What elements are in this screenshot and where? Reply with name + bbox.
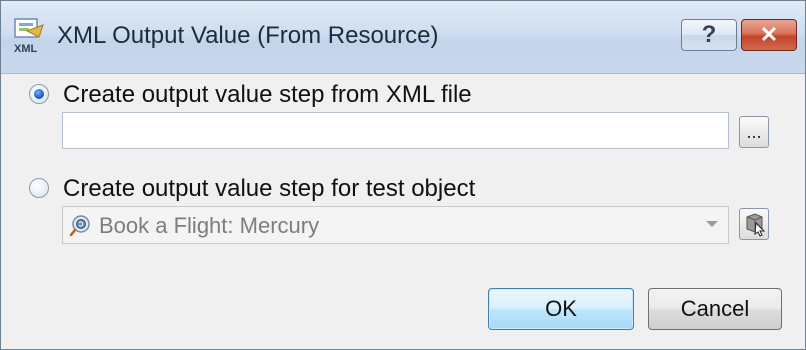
help-icon: ? — [701, 21, 717, 48]
close-icon: ✕ — [759, 22, 779, 47]
dialog-window: XML XML Output Value (From Resource) ? ✕… — [0, 0, 806, 350]
ok-button[interactable]: OK — [488, 288, 634, 330]
object-picker-icon — [746, 213, 766, 237]
close-button[interactable]: ✕ — [741, 19, 797, 51]
chevron-down-icon[interactable] — [706, 221, 718, 227]
radio-for-test-object[interactable] — [29, 178, 49, 198]
help-button[interactable]: ? — [681, 19, 737, 51]
test-object-value: Book a Flight: Mercury — [99, 213, 320, 238]
ellipsis-icon: ... — [746, 122, 762, 142]
radio-for-test-object-label[interactable]: Create output value step for test object — [63, 175, 475, 203]
radio-from-xml-file[interactable] — [29, 84, 49, 104]
xml-resource-icon: XML — [14, 18, 44, 55]
select-object-button[interactable] — [739, 208, 769, 240]
radio-from-xml-file-label[interactable]: Create output value step from XML file — [63, 81, 472, 109]
test-object-combo[interactable]: Book a Flight: Mercury — [62, 206, 729, 244]
dialog-title: XML Output Value (From Resource) — [57, 22, 439, 49]
xml-file-path-input[interactable] — [62, 112, 729, 149]
browse-button[interactable]: ... — [739, 116, 769, 148]
cancel-button[interactable]: Cancel — [648, 288, 782, 330]
browser-page-icon — [69, 215, 90, 236]
title-bar[interactable]: XML XML Output Value (From Resource) ? ✕ — [1, 1, 805, 74]
svg-text:XML: XML — [14, 43, 38, 55]
